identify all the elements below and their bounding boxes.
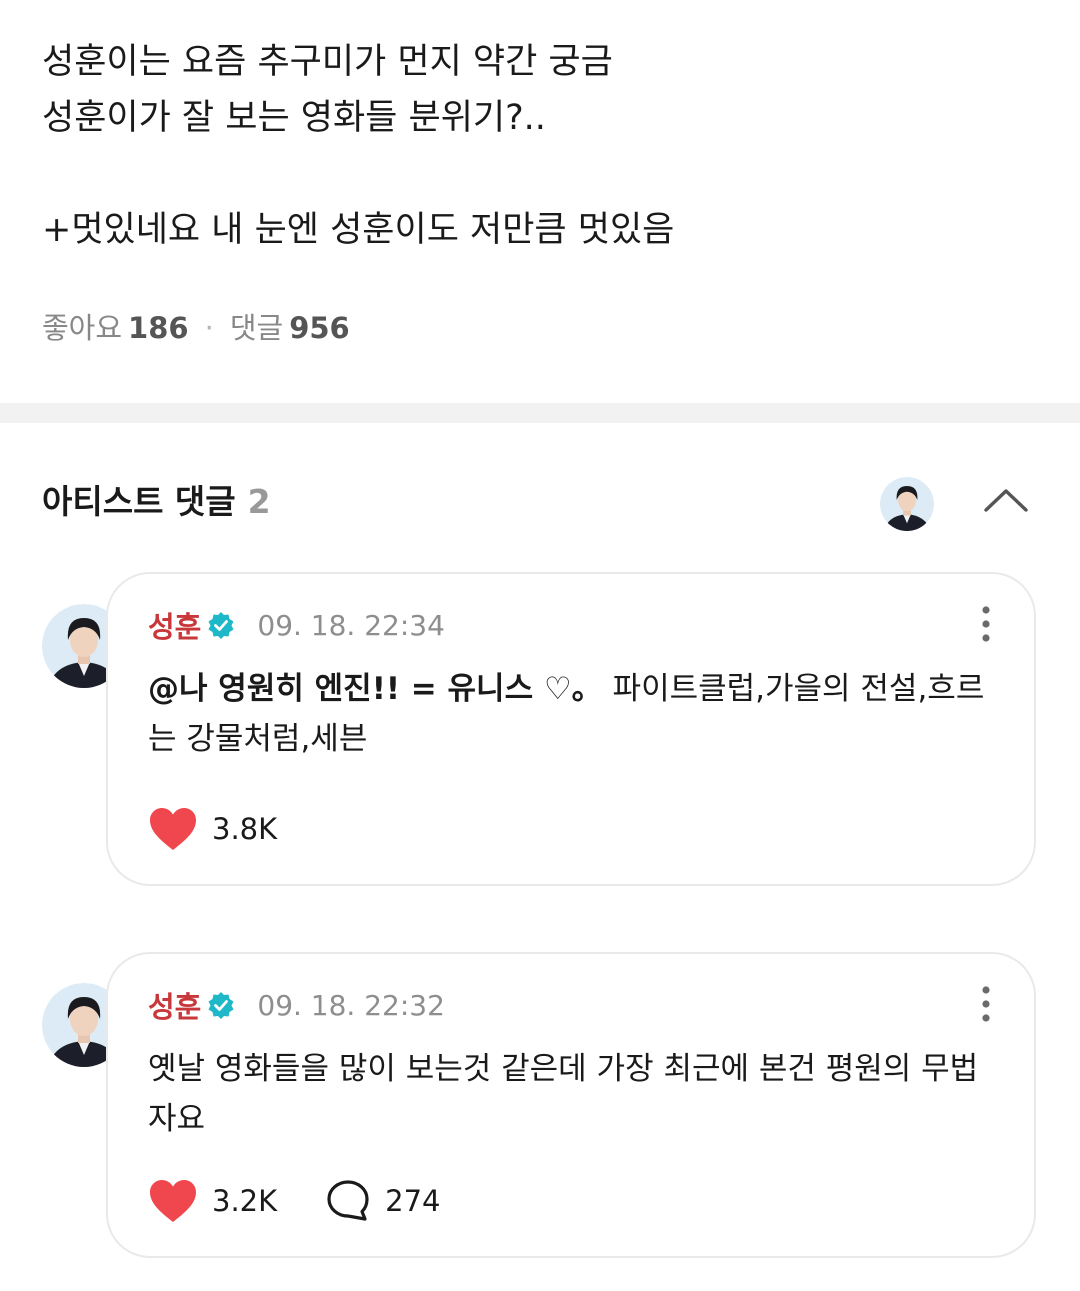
heart-icon: [150, 808, 196, 850]
comment-author[interactable]: 성훈: [148, 604, 201, 646]
section-divider: [0, 403, 1080, 423]
artist-comments-count: 2: [247, 482, 271, 521]
comment-body: 옛날 영화들을 많이 보는것 같은데 가장 최근에 본건 평원의 무법자요: [148, 1051, 979, 1137]
comments-stat[interactable]: 댓글 956: [230, 306, 350, 350]
reply-count: 274: [385, 1184, 441, 1218]
heart-icon: [150, 1180, 196, 1222]
stats-separator: ·: [204, 311, 214, 345]
chevron-up-icon[interactable]: [974, 476, 1038, 528]
like-count: 3.8K: [212, 812, 278, 846]
comment-meta: 성훈 09. 18. 22:32: [148, 984, 445, 1026]
like-button[interactable]: 3.8K: [148, 806, 277, 852]
comment-meta: 성훈 09. 18. 22:34: [148, 604, 445, 646]
speech-bubble-icon: [327, 1180, 369, 1221]
post-line: 성훈이가 잘 보는 영화들 분위기?..: [42, 98, 546, 138]
like-count: 3.2K: [212, 1184, 278, 1218]
likes-count: 186: [128, 311, 189, 345]
comment-timestamp: 09. 18. 22:32: [257, 988, 445, 1022]
more-options-icon[interactable]: [974, 604, 998, 644]
artist-avatar[interactable]: [880, 477, 934, 531]
verified-badge-icon: [207, 991, 235, 1019]
comment-timestamp: 09. 18. 22:34: [257, 608, 445, 642]
comment-author[interactable]: 성훈: [148, 984, 201, 1026]
post-line: [42, 146, 1042, 202]
comment-text: @나 영원히 엔진!! = 유니스 ♡。 파이트클럽,가을의 전설,흐르는 강물…: [148, 664, 998, 764]
post-line: +멋있네요 내 눈엔 성훈이도 저만큼 멋있음: [42, 210, 675, 250]
comments-label: 댓글: [229, 311, 284, 345]
more-options-icon[interactable]: [974, 984, 998, 1024]
post-line: 성훈이는 요즘 추구미가 먼지 약간 궁금: [42, 42, 613, 82]
comment-text: 옛날 영화들을 많이 보는것 같은데 가장 최근에 본건 평원의 무법자요: [148, 1044, 998, 1144]
artist-comment: 성훈 09. 18. 22:32 옛날 영화들을 많이 보는것 같은데 가장 최…: [106, 952, 1036, 1258]
artist-comment: 성훈 09. 18. 22:34 @나 영원히 엔진!! = 유니스 ♡。 파이…: [106, 572, 1036, 886]
post-stats: 좋아요 186 · 댓글 956: [42, 306, 350, 350]
artist-comments-header: 아티스트 댓글 2: [42, 474, 271, 530]
like-button[interactable]: 3.2K: [148, 1178, 277, 1224]
comments-count: 956: [289, 311, 350, 345]
post-content: 성훈이는 요즘 추구미가 먼지 약간 궁금 성훈이가 잘 보는 영화들 분위기?…: [42, 34, 1042, 258]
verified-badge-icon: [207, 611, 235, 639]
artist-comments-title: 아티스트 댓글: [42, 482, 236, 521]
comment-actions: 3.2K 274: [148, 1178, 441, 1224]
comment-actions: 3.8K: [148, 806, 277, 852]
reply-button[interactable]: 274: [325, 1178, 441, 1224]
likes-label: 좋아요: [42, 311, 123, 345]
likes-stat[interactable]: 좋아요 186: [42, 306, 189, 350]
comment-mention[interactable]: @나 영원히 엔진!! = 유니스 ♡。: [148, 671, 603, 707]
